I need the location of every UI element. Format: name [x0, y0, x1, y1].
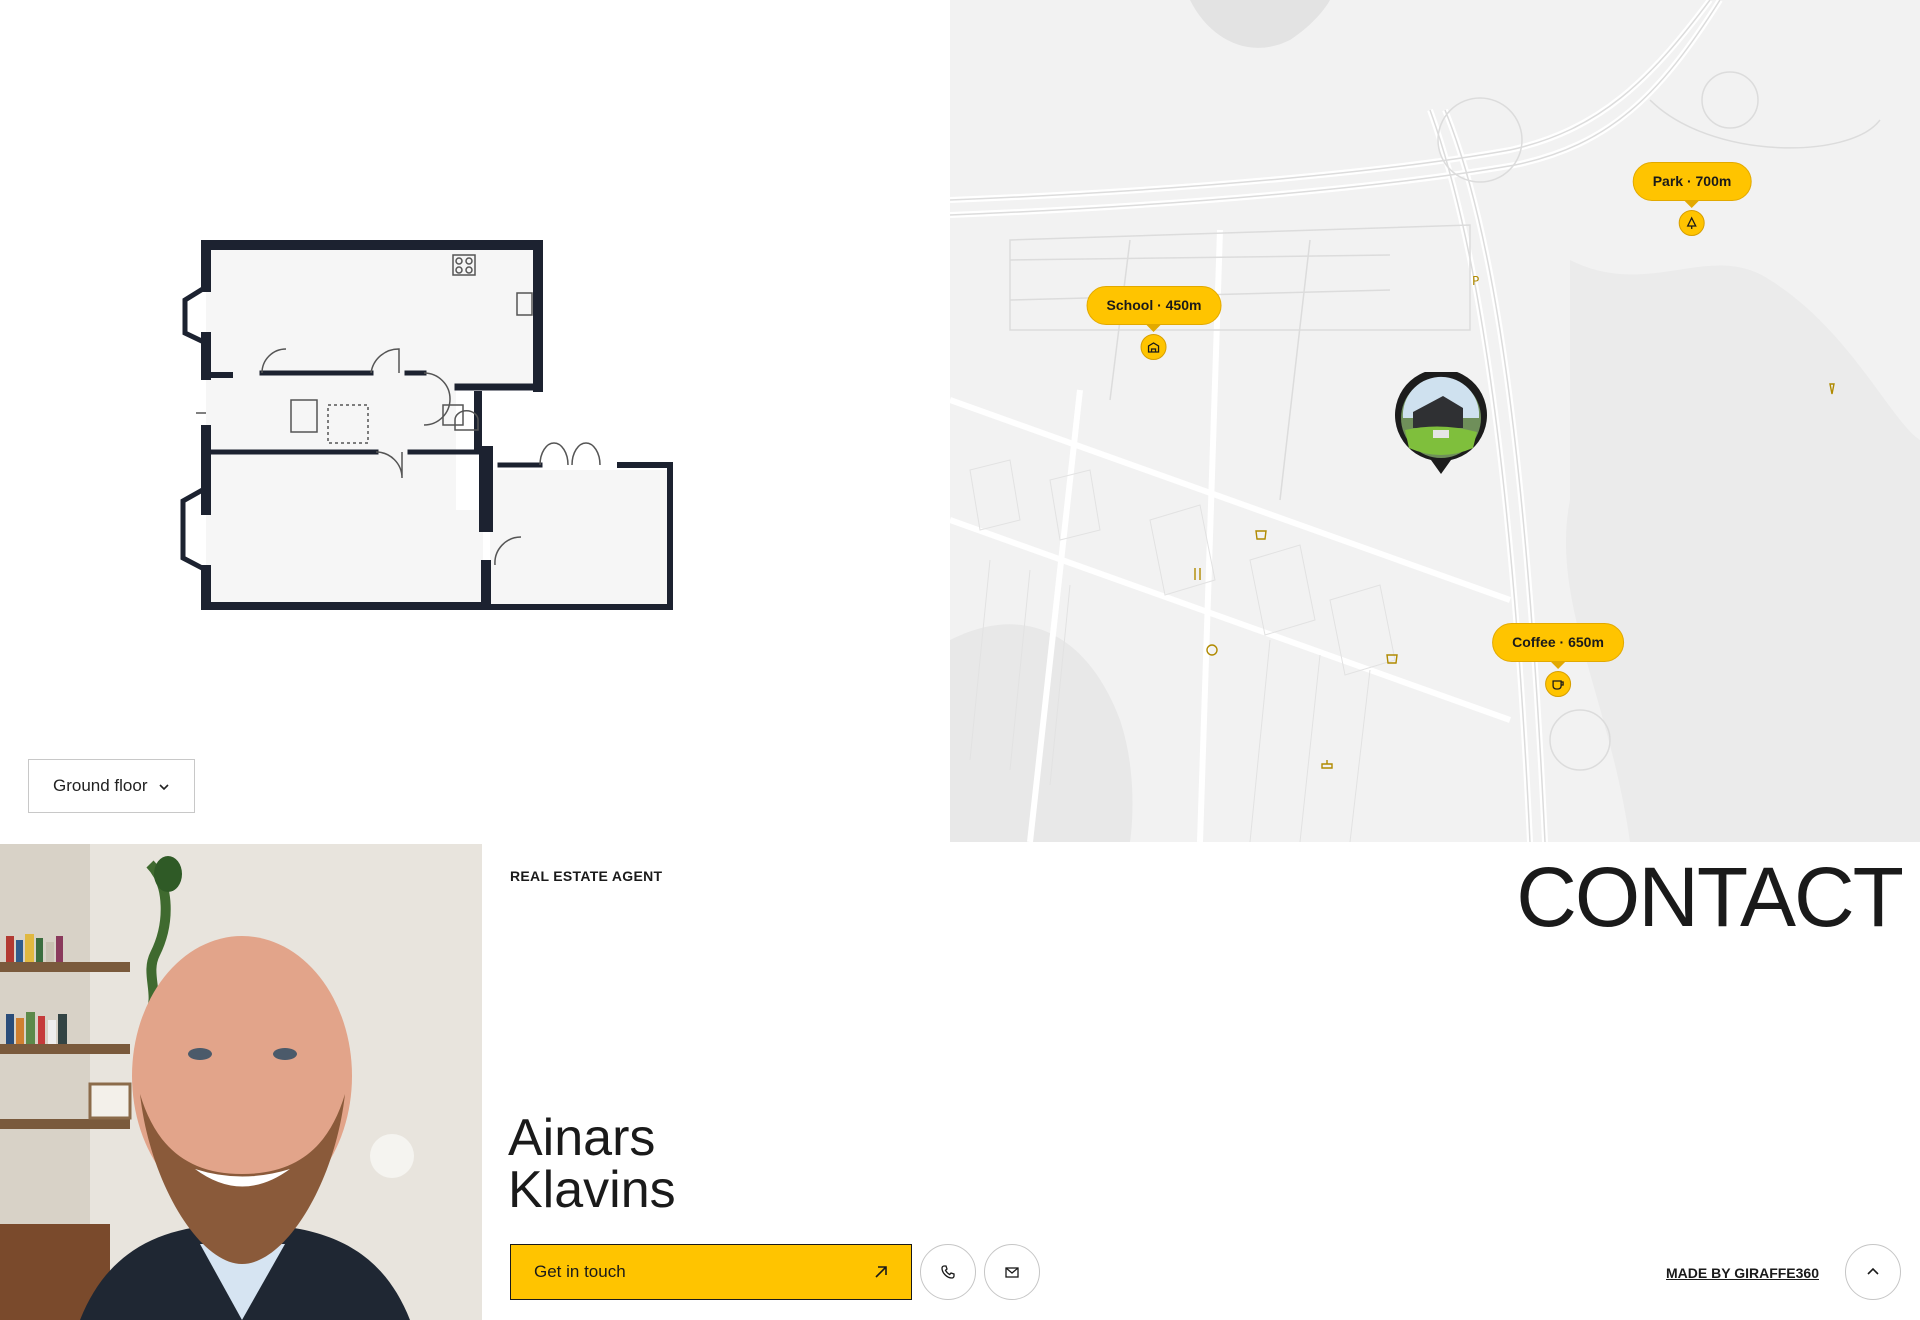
email-button[interactable]: [984, 1244, 1040, 1300]
agent-photo: [0, 844, 482, 1320]
poi-school[interactable]: School · 450m: [1086, 286, 1222, 360]
map-panel[interactable]: P School · 450m Park · 700m Coffee · 650…: [950, 0, 1920, 842]
sport-icon: [1829, 383, 1835, 395]
poi-coffee-label: Coffee · 650m: [1492, 623, 1624, 662]
svg-text:P: P: [1472, 274, 1479, 288]
get-in-touch-button[interactable]: Get in touch: [510, 1244, 912, 1300]
mail-icon: [1005, 1267, 1019, 1278]
agent-first-name: Ainars: [508, 1109, 656, 1167]
school-icon: [1140, 334, 1167, 360]
get-in-touch-label: Get in touch: [534, 1262, 626, 1281]
scroll-to-top-button[interactable]: [1845, 1244, 1901, 1300]
shop-icon: [1255, 530, 1267, 540]
parking-icon: P: [1472, 274, 1479, 288]
arrow-up-right-icon: [875, 1266, 887, 1278]
poi-park-label: Park · 700m: [1632, 162, 1752, 201]
poi-coffee[interactable]: Coffee · 650m: [1492, 623, 1624, 697]
coffee-icon: [1545, 671, 1571, 697]
poi-pointer: [1551, 662, 1565, 669]
made-by-link[interactable]: MADE BY GIRAFFE360: [1666, 1265, 1819, 1281]
call-button[interactable]: [920, 1244, 976, 1300]
agent-last-name: Klavins: [508, 1161, 676, 1219]
phone-icon: [941, 1265, 955, 1279]
floor-selector[interactable]: Ground floor: [28, 759, 195, 813]
poi-pointer: [1684, 201, 1699, 208]
property-marker[interactable]: [1393, 369, 1489, 481]
chevron-down-icon: [158, 783, 169, 790]
floor-selector-value: Ground floor: [53, 776, 148, 795]
shop-icon: [1386, 654, 1398, 664]
restaurant-icon: [1194, 568, 1201, 580]
contact-heading: CONTACT: [1516, 850, 1904, 944]
poi-school-label: School · 450m: [1086, 286, 1222, 325]
property-photo: [1395, 369, 1487, 474]
bakery-icon: [1206, 644, 1218, 656]
agent-name: Ainars Klavins: [508, 1112, 676, 1216]
floorplan-drawing: [180, 240, 673, 610]
floorplan-panel: Ground floor: [0, 0, 950, 842]
poi-pointer: [1146, 325, 1161, 332]
poi-park[interactable]: Park · 700m: [1632, 162, 1752, 236]
tree-icon: [1678, 210, 1705, 236]
agent-role: REAL ESTATE AGENT: [510, 868, 663, 884]
cake-icon: [1321, 760, 1333, 769]
chevron-up-icon: [1867, 1267, 1879, 1275]
